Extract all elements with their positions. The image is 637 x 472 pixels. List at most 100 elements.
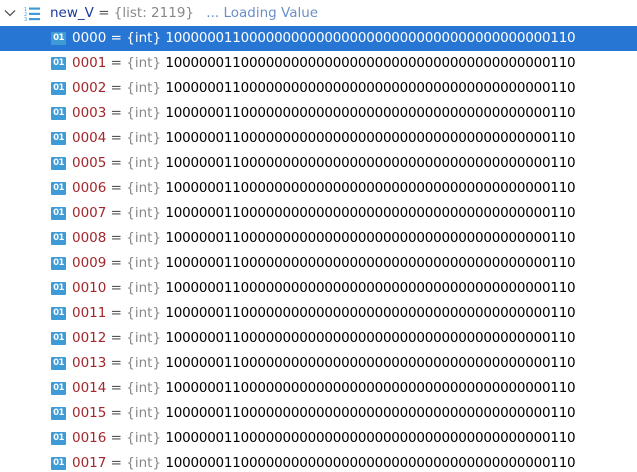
int-type-icon: 01 (51, 232, 66, 245)
list-item-text: 0017 = {int} 100000011000000000000000000… (72, 451, 576, 472)
list-item[interactable]: 01 0010 = {int} 1000000110000000000000000… (0, 276, 637, 301)
item-value: 1000000110000000000000000000000000000000… (165, 180, 576, 196)
item-value: 1000000110000000000000000000000000000000… (165, 255, 576, 271)
item-index: 0003 (72, 105, 107, 121)
int-type-icon: 01 (51, 132, 66, 145)
item-type: {int} (126, 355, 162, 371)
item-value: 1000000110000000000000000000000000000000… (165, 405, 576, 421)
int-type-icon: 01 (51, 407, 66, 420)
list-item[interactable]: 01 0015 = {int} 1000000110000000000000000… (0, 401, 637, 426)
equals-sign: = (106, 55, 127, 71)
item-type: {int} (126, 55, 162, 71)
int-type-icon: 01 (51, 182, 66, 195)
list-item[interactable]: 01 0008 = {int} 1000000110000000000000000… (0, 226, 637, 251)
svg-text:3: 3 (24, 17, 27, 22)
item-type: {int} (126, 430, 162, 446)
equals-sign: = (106, 305, 127, 321)
list-item[interactable]: 01 0017 = {int} 1000000110000000000000000… (0, 451, 637, 472)
item-index: 0007 (72, 205, 107, 221)
list-item-text: 0005 = {int} 100000011000000000000000000… (72, 151, 576, 176)
item-value: 1000000110000000000000000000000000000000… (165, 230, 576, 246)
equals-sign: = (106, 255, 127, 271)
list-item[interactable]: 01 0003 = {int} 1000000110000000000000000… (0, 101, 637, 126)
list-item[interactable]: 01 0006 = {int} 1000000110000000000000000… (0, 176, 637, 201)
int-type-icon: 01 (51, 207, 66, 220)
list-item-text: 0003 = {int} 100000011000000000000000000… (72, 101, 576, 126)
int-type-icon: 01 (51, 282, 66, 295)
equals-sign: = (106, 280, 127, 296)
item-value: 1000000110000000000000000000000000000000… (165, 105, 576, 121)
list-item-text: 0012 = {int} 100000011000000000000000000… (72, 326, 576, 351)
item-type: {int} (126, 255, 162, 271)
loading-value-status: ... Loading Value (206, 5, 319, 21)
item-index: 0000 (72, 30, 107, 46)
item-index: 0014 (72, 380, 107, 396)
int-type-icon: 01 (51, 307, 66, 320)
list-item-text: 0007 = {int} 100000011000000000000000000… (72, 201, 576, 226)
item-type: {int} (126, 80, 162, 96)
int-type-icon: 01 (51, 257, 66, 270)
list-item-text: 0013 = {int} 100000011000000000000000000… (72, 351, 576, 376)
list-item[interactable]: 01 0011 = {int} 1000000110000000000000000… (0, 301, 637, 326)
variable-type: {list: 2119} (113, 5, 194, 21)
item-type: {int} (126, 305, 162, 321)
item-value: 1000000110000000000000000000000000000000… (165, 280, 576, 296)
item-type: {int} (126, 205, 162, 221)
item-index: 0012 (72, 330, 107, 346)
equals-sign: = (106, 130, 127, 146)
item-type: {int} (126, 230, 162, 246)
item-value: 1000000110000000000000000000000000000000… (165, 155, 576, 171)
list-item[interactable]: 01 0013 = {int} 1000000110000000000000000… (0, 351, 637, 376)
int-type-icon: 01 (51, 382, 66, 395)
item-index: 0006 (72, 180, 107, 196)
list-item-text: 0014 = {int} 100000011000000000000000000… (72, 376, 576, 401)
list-item-text: 0011 = {int} 100000011000000000000000000… (72, 301, 576, 326)
item-index: 0015 (72, 405, 107, 421)
equals-sign: = (106, 455, 127, 471)
list-item[interactable]: 01 0012 = {int} 1000000110000000000000000… (0, 326, 637, 351)
item-index: 0013 (72, 355, 107, 371)
list-item[interactable]: 01 0002 = {int} 1000000110000000000000000… (0, 76, 637, 101)
variable-row-new-v[interactable]: 1 2 3 new_V = {list: 2119} ... Loading V… (0, 0, 637, 26)
item-index: 0016 (72, 430, 107, 446)
list-item-text: 0001 = {int} 100000011000000000000000000… (72, 51, 576, 76)
item-value: 1000000110000000000000000000000000000000… (165, 80, 576, 96)
variable-name: new_V (50, 5, 94, 21)
list-item[interactable]: 01 0014 = {int} 1000000110000000000000000… (0, 376, 637, 401)
int-type-icon: 01 (51, 457, 66, 470)
int-type-icon: 01 (51, 32, 66, 45)
item-index: 0008 (72, 230, 107, 246)
equals-sign: = (106, 30, 127, 46)
item-value: 1000000110000000000000000000000000000000… (165, 305, 576, 321)
equals-sign: = (106, 155, 127, 171)
list-item[interactable]: 01 0016 = {int} 1000000110000000000000000… (0, 426, 637, 451)
list-item[interactable]: 01 0005 = {int} 1000000110000000000000000… (0, 151, 637, 176)
list-item-text: 0002 = {int} 100000011000000000000000000… (72, 76, 576, 101)
int-type-icon: 01 (51, 157, 66, 170)
item-index: 0004 (72, 130, 107, 146)
equals-sign: = (106, 330, 127, 346)
chevron-down-icon[interactable] (3, 0, 17, 26)
int-type-icon: 01 (51, 82, 66, 95)
list-items: 01 0000 = {int} 1000000110000000000000000… (0, 26, 637, 472)
list-item[interactable]: 01 0009 = {int} 1000000110000000000000000… (0, 251, 637, 276)
item-type: {int} (126, 130, 162, 146)
equals-sign: = (106, 205, 127, 221)
int-type-icon: 01 (51, 332, 66, 345)
item-index: 0010 (72, 280, 107, 296)
equals-sign: = (106, 430, 127, 446)
item-type: {int} (126, 380, 162, 396)
list-item-text: 0008 = {int} 100000011000000000000000000… (72, 226, 576, 251)
item-value: 1000000110000000000000000000000000000000… (165, 205, 576, 221)
item-type: {int} (126, 280, 162, 296)
list-item[interactable]: 01 0001 = {int} 1000000110000000000000000… (0, 51, 637, 76)
int-type-icon: 01 (51, 432, 66, 445)
list-item[interactable]: 01 0004 = {int} 1000000110000000000000000… (0, 126, 637, 151)
equals-sign: = (106, 180, 127, 196)
list-item[interactable]: 01 0000 = {int} 1000000110000000000000000… (0, 26, 637, 51)
item-type: {int} (126, 330, 162, 346)
item-index: 0011 (72, 305, 107, 321)
equals-sign: = (106, 380, 127, 396)
list-item[interactable]: 01 0007 = {int} 1000000110000000000000000… (0, 201, 637, 226)
item-type: {int} (126, 155, 162, 171)
